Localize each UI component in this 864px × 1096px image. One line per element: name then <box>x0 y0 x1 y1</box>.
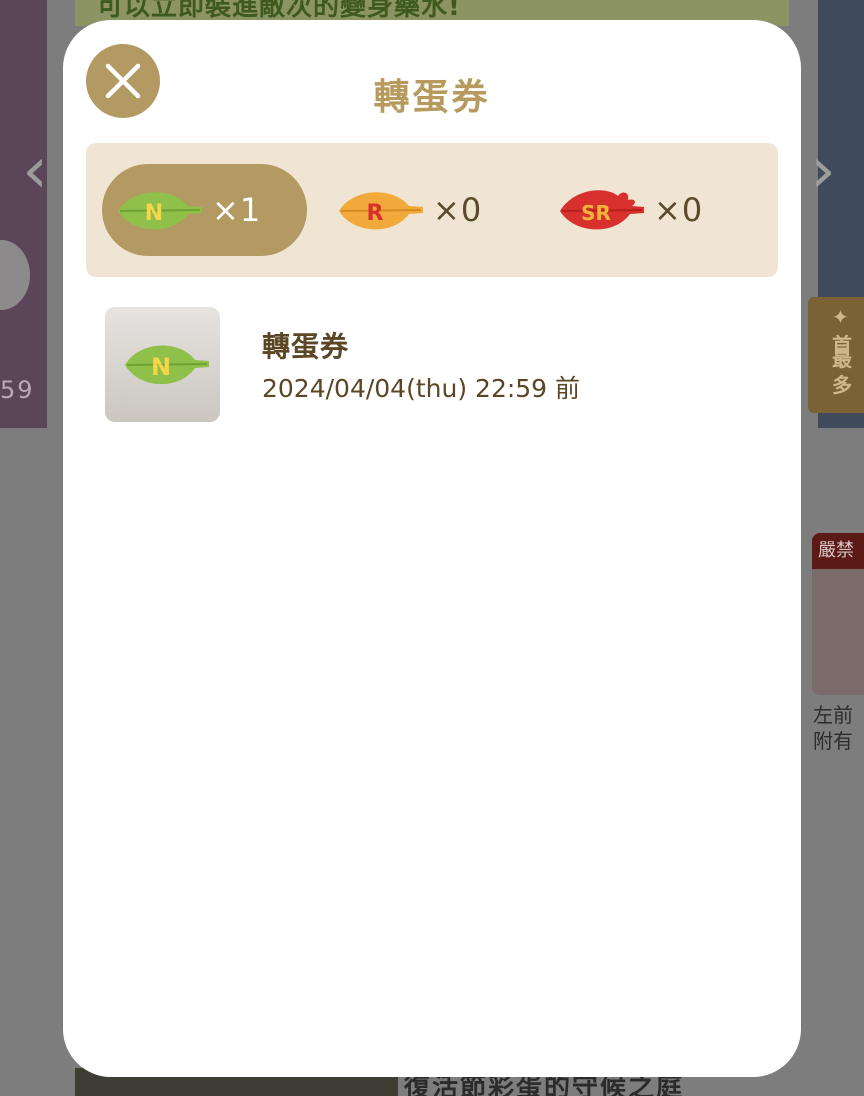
rarity-tab-bar: N ×1 R ×0 SR ×0 <box>86 143 778 277</box>
item-name: 轉蛋券 <box>262 330 350 363</box>
news-text-line: 左前 <box>813 703 853 727</box>
gacha-ticket-modal: 轉蛋券 N ×1 R ×0 SR ×0 N 轉蛋券 2024/04/04(thu… <box>63 20 801 1077</box>
tab-rarity-r[interactable]: R ×0 <box>323 164 528 256</box>
leaf-n-icon: N <box>125 345 209 385</box>
background-card-count: 59 <box>0 376 35 404</box>
background-left-card: 59 <box>0 0 47 428</box>
tab-quantity: ×0 <box>654 191 704 229</box>
leaf-n-icon: N <box>118 192 202 230</box>
background-news-label: 嚴禁 <box>812 533 864 569</box>
side-tag-line: 多 <box>832 373 852 397</box>
item-expiry: 2024/04/04(thu) 22:59 前 <box>262 374 581 403</box>
background-side-tag: ✦首 最 多 <box>808 297 864 413</box>
svg-text:SR: SR <box>581 201 611 225</box>
svg-text:N: N <box>145 201 163 226</box>
background-news-text: 左前 附有 <box>813 702 864 754</box>
tab-quantity: ×1 <box>212 191 262 229</box>
tab-rarity-n[interactable]: N ×1 <box>102 164 307 256</box>
news-text-line: 附有 <box>813 729 853 753</box>
background-bubble <box>0 240 30 310</box>
svg-text:N: N <box>151 353 171 381</box>
leaf-sr-icon: SR <box>560 190 644 230</box>
carousel-prev-icon[interactable]: ‹ <box>18 135 52 207</box>
side-tag-line: 最 <box>832 347 852 371</box>
tab-quantity: ×0 <box>433 191 483 229</box>
modal-title: 轉蛋券 <box>373 77 491 118</box>
background-news-image: 嚴禁 <box>812 533 864 695</box>
carousel-next-icon[interactable]: › <box>806 135 840 207</box>
leaf-r-icon: R <box>339 192 423 230</box>
item-thumbnail: N <box>105 307 220 422</box>
list-item: N 轉蛋券 2024/04/04(thu) 22:59 前 <box>105 307 755 422</box>
tab-rarity-sr[interactable]: SR ×0 <box>544 164 749 256</box>
svg-text:R: R <box>367 201 384 226</box>
